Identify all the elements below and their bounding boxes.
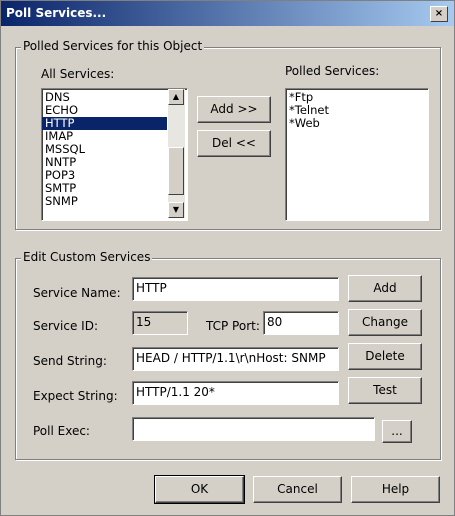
edit-custom-services-legend: Edit Custom Services <box>21 250 153 264</box>
delete-button[interactable]: Delete <box>348 343 422 370</box>
help-button[interactable]: Help <box>351 476 440 503</box>
del-service-button[interactable]: Del << <box>197 130 271 157</box>
poll-exec-field[interactable] <box>132 417 375 441</box>
all-services-item[interactable]: SNMP <box>42 195 167 208</box>
scroll-down-icon[interactable]: ▼ <box>168 202 184 218</box>
service-id-field: 15 <box>132 311 188 335</box>
expect-string-field[interactable]: HTTP/1.1 20* <box>132 381 339 405</box>
title-bar[interactable]: Poll Services... × <box>1 1 454 26</box>
polled-services-label: Polled Services: <box>285 64 380 78</box>
change-button[interactable]: Change <box>348 309 422 336</box>
scroll-up-icon[interactable]: ▲ <box>168 89 184 105</box>
all-services-listbox[interactable]: DNS ECHO HTTP IMAP MSSQL NNTP POP3 SMTP SNMP ▲ ▼ <box>41 88 188 221</box>
all-services-label: All Services: <box>41 67 115 81</box>
add-custom-button[interactable]: Add <box>348 275 422 302</box>
ok-button[interactable]: OK <box>154 475 245 504</box>
close-icon[interactable]: × <box>430 6 448 22</box>
cancel-button[interactable]: Cancel <box>253 476 342 503</box>
browse-button[interactable]: ... <box>382 420 412 443</box>
scrollbar-thumb[interactable] <box>168 147 184 195</box>
poll-exec-label: Poll Exec: <box>33 424 90 438</box>
send-string-field[interactable]: HEAD / HTTP/1.1\r\nHost: SNMP <box>132 347 339 371</box>
service-name-label: Service Name: <box>33 286 121 300</box>
polled-services-listbox[interactable]: *Ftp *Telnet *Web <box>285 88 429 221</box>
service-name-field[interactable]: HTTP <box>132 277 339 301</box>
polled-services-legend: Polled Services for this Object <box>21 39 205 53</box>
poll-services-dialog: Poll Services... × Polled Services for t… <box>0 0 455 516</box>
add-service-button[interactable]: Add >> <box>197 96 271 123</box>
window-title: Poll Services... <box>6 6 107 20</box>
send-string-label: Send String: <box>33 354 107 368</box>
polled-services-item[interactable]: *Web <box>286 117 424 130</box>
tcp-port-field[interactable]: 80 <box>263 311 339 335</box>
test-button[interactable]: Test <box>348 377 422 404</box>
expect-string-label: Expect String: <box>33 389 118 403</box>
all-services-scrollbar[interactable]: ▲ ▼ <box>168 89 185 218</box>
service-id-label: Service ID: <box>33 319 98 333</box>
tcp-port-label: TCP Port: <box>206 319 260 333</box>
